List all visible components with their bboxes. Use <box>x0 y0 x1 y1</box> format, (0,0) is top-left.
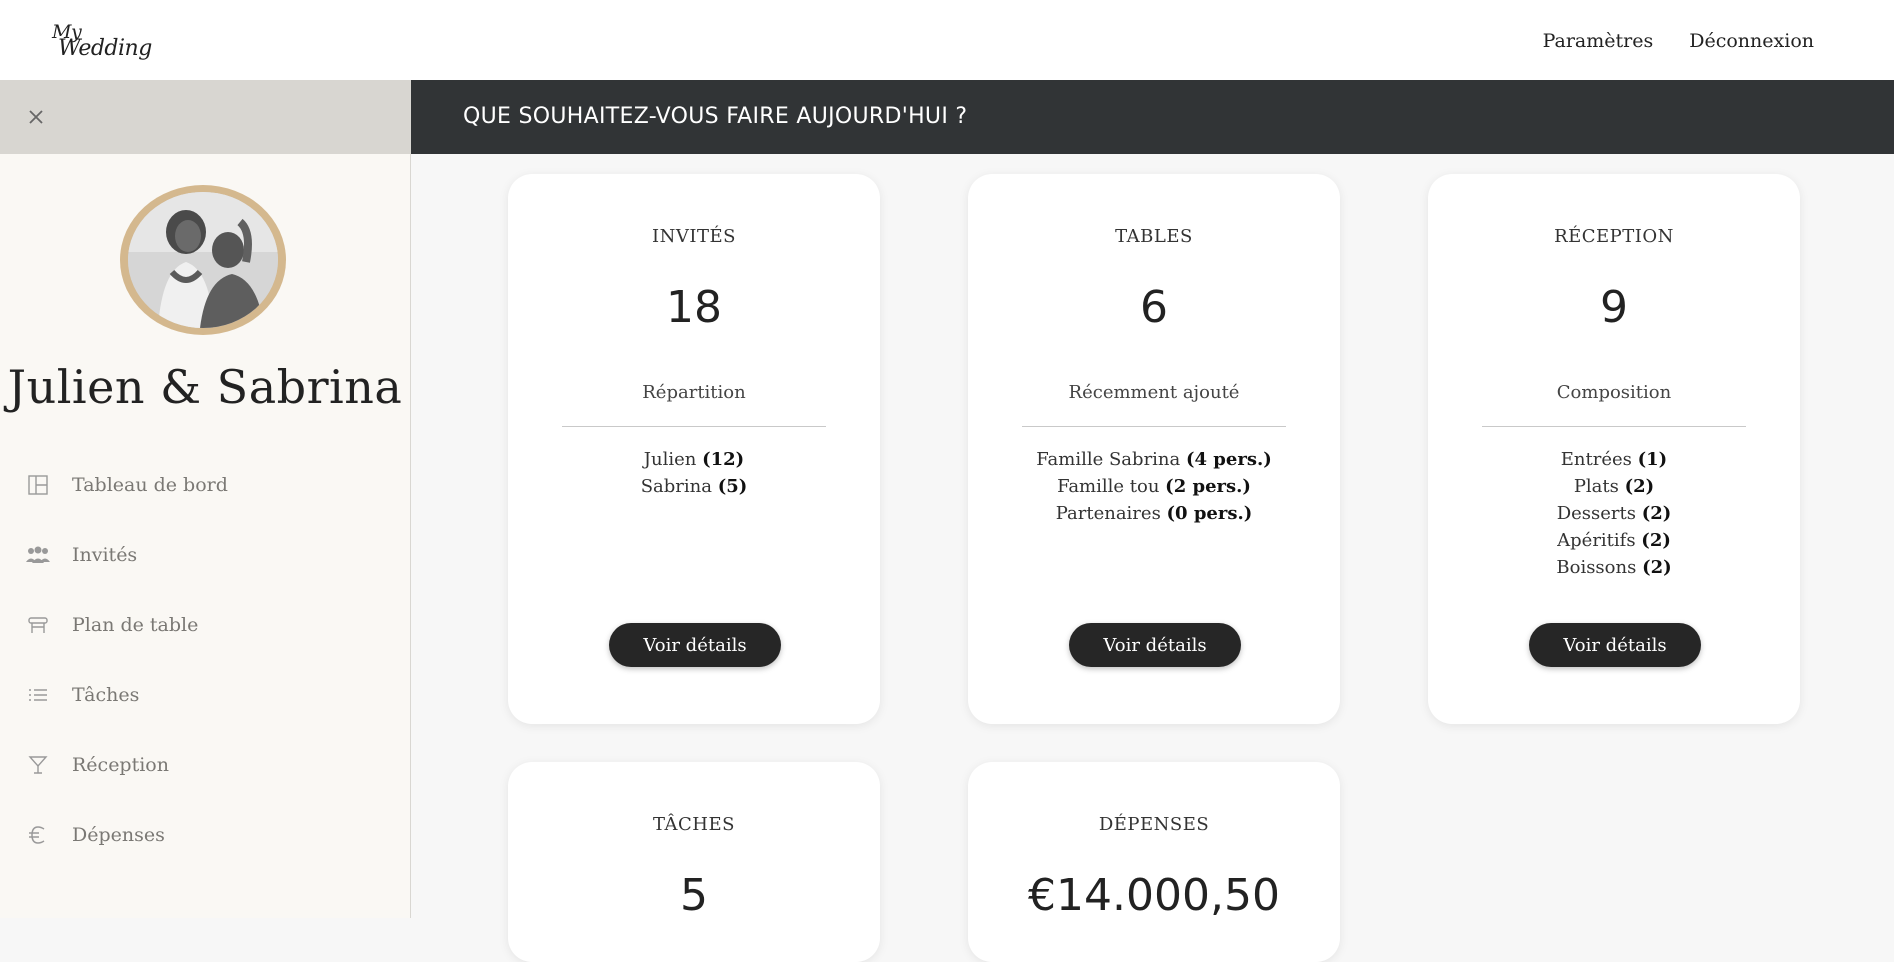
cocktail-icon <box>24 751 52 779</box>
tables-card: TABLES 6 Récemment ajouté Famille Sabrin… <box>968 174 1340 724</box>
list-item: Famille tou (2 pers.) <box>1057 476 1251 497</box>
couple-name: Julien & Sabrina <box>7 360 403 414</box>
sidebar-item-tasks[interactable]: Tâches <box>0 660 410 730</box>
table-plan-icon <box>24 611 52 639</box>
divider <box>1022 426 1286 427</box>
sidebar-menu: Tableau de bord Invités Plan de table Tâ… <box>0 450 410 870</box>
sidebar-header <box>0 80 410 154</box>
logo[interactable]: My Wedding <box>52 22 152 62</box>
sidebar-item-label: Invités <box>72 544 138 566</box>
guests-card: INVITÉS 18 Répartition Julien (12) Sabri… <box>508 174 880 724</box>
close-icon[interactable] <box>24 105 48 129</box>
logout-link[interactable]: Déconnexion <box>1689 30 1814 52</box>
card-value: 5 <box>680 870 708 921</box>
settings-link[interactable]: Paramètres <box>1543 30 1654 52</box>
card-subtitle: Composition <box>1556 382 1672 403</box>
sidebar-item-label: Dépenses <box>72 824 165 846</box>
tasks-card: TÂCHES 5 <box>508 762 880 962</box>
card-value: 9 <box>1600 282 1628 333</box>
list-item: Apéritifs (2) <box>1557 530 1671 551</box>
card-title: TÂCHES <box>653 814 735 835</box>
list-item: Entrées (1) <box>1560 449 1668 470</box>
list-item: Sabrina (5) <box>640 476 748 497</box>
card-title: DÉPENSES <box>1098 814 1210 835</box>
top-bar: My Wedding Paramètres Déconnexion <box>0 0 1894 80</box>
divider <box>1482 426 1746 427</box>
list-item: Boissons (2) <box>1556 557 1672 578</box>
details-button[interactable]: Voir détails <box>1069 623 1241 667</box>
list-item: Desserts (2) <box>1556 503 1672 524</box>
card-subtitle: Répartition <box>642 382 746 403</box>
card-list: Julien (12) Sabrina (5) <box>508 446 880 500</box>
details-button[interactable]: Voir détails <box>1529 623 1701 667</box>
avatar <box>120 185 286 335</box>
list-item: Partenaires (0 pers.) <box>1055 503 1253 524</box>
sidebar-item-label: Tâches <box>72 684 140 706</box>
card-subtitle: Récemment ajouté <box>1068 382 1240 403</box>
card-title: INVITÉS <box>652 226 736 247</box>
expenses-card: DÉPENSES €14.000,50 <box>968 762 1340 962</box>
sidebar: Julien & Sabrina Tableau de bord Invités… <box>0 80 411 918</box>
card-value: 6 <box>1140 282 1168 333</box>
dashboard-icon <box>24 471 52 499</box>
details-button[interactable]: Voir détails <box>609 623 781 667</box>
sidebar-item-table-plan[interactable]: Plan de table <box>0 590 410 660</box>
list-item: Famille Sabrina (4 pers.) <box>1036 449 1272 470</box>
logo-line-2: Wedding <box>58 36 152 62</box>
card-title: TABLES <box>1115 226 1193 247</box>
guests-icon <box>24 541 52 569</box>
couple-photo <box>128 192 278 328</box>
reception-card: RÉCEPTION 9 Composition Entrées (1) Plat… <box>1428 174 1800 724</box>
couple-photo-illustration <box>128 192 278 328</box>
sidebar-item-dashboard[interactable]: Tableau de bord <box>0 450 410 520</box>
sidebar-item-guests[interactable]: Invités <box>0 520 410 590</box>
sidebar-item-label: Réception <box>72 754 169 776</box>
sidebar-item-reception[interactable]: Réception <box>0 730 410 800</box>
card-value: €14.000,50 <box>1028 870 1280 921</box>
sidebar-item-label: Plan de table <box>72 614 199 636</box>
sidebar-item-label: Tableau de bord <box>72 474 228 496</box>
card-list: Entrées (1) Plats (2) Desserts (2) Apéri… <box>1428 446 1800 581</box>
euro-icon <box>24 821 52 849</box>
list-item: Plats (2) <box>1573 476 1655 497</box>
card-title: RÉCEPTION <box>1554 226 1674 247</box>
card-value: 18 <box>666 282 722 333</box>
top-nav: Paramètres Déconnexion <box>1543 30 1814 52</box>
divider <box>562 426 826 427</box>
card-list: Famille Sabrina (4 pers.) Famille tou (2… <box>968 446 1340 527</box>
main-header: QUE SOUHAITEZ-VOUS FAIRE AUJOURD'HUI ? <box>411 80 1894 154</box>
tasks-icon <box>24 681 52 709</box>
page-title: QUE SOUHAITEZ-VOUS FAIRE AUJOURD'HUI ? <box>463 104 968 129</box>
sidebar-item-expenses[interactable]: Dépenses <box>0 800 410 870</box>
list-item: Julien (12) <box>643 449 745 470</box>
